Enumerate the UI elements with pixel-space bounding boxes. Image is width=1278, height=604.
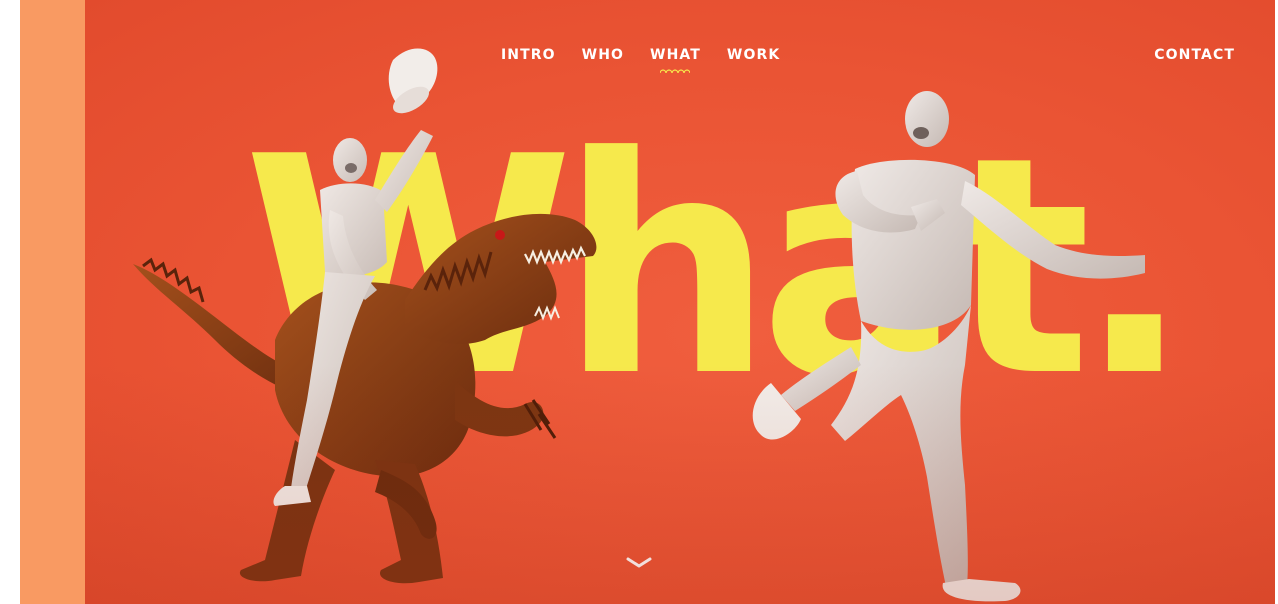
nav-item-what[interactable]: WHAT [650,46,701,64]
left-accent-stripe [20,0,85,604]
nav-item-work[interactable]: WORK [727,46,780,64]
man-riding-dinosaur-figure [133,48,597,584]
nav-menu: INTRO WHO WHAT WORK [501,46,806,64]
chevron-down-icon[interactable] [626,556,652,570]
top-navigation: INTRO WHO WHAT WORK CONTACT [85,46,1275,70]
nav-item-intro[interactable]: INTRO [501,46,556,64]
nav-item-who[interactable]: WHO [582,46,624,64]
running-man-figure [752,91,1145,602]
contact-link[interactable]: CONTACT [1154,46,1235,64]
hero-section: What. INTRO WHO WHAT WORK CONTACT [85,0,1275,604]
page: What. INTRO WHO WHAT WORK CONTACT [0,0,1278,604]
